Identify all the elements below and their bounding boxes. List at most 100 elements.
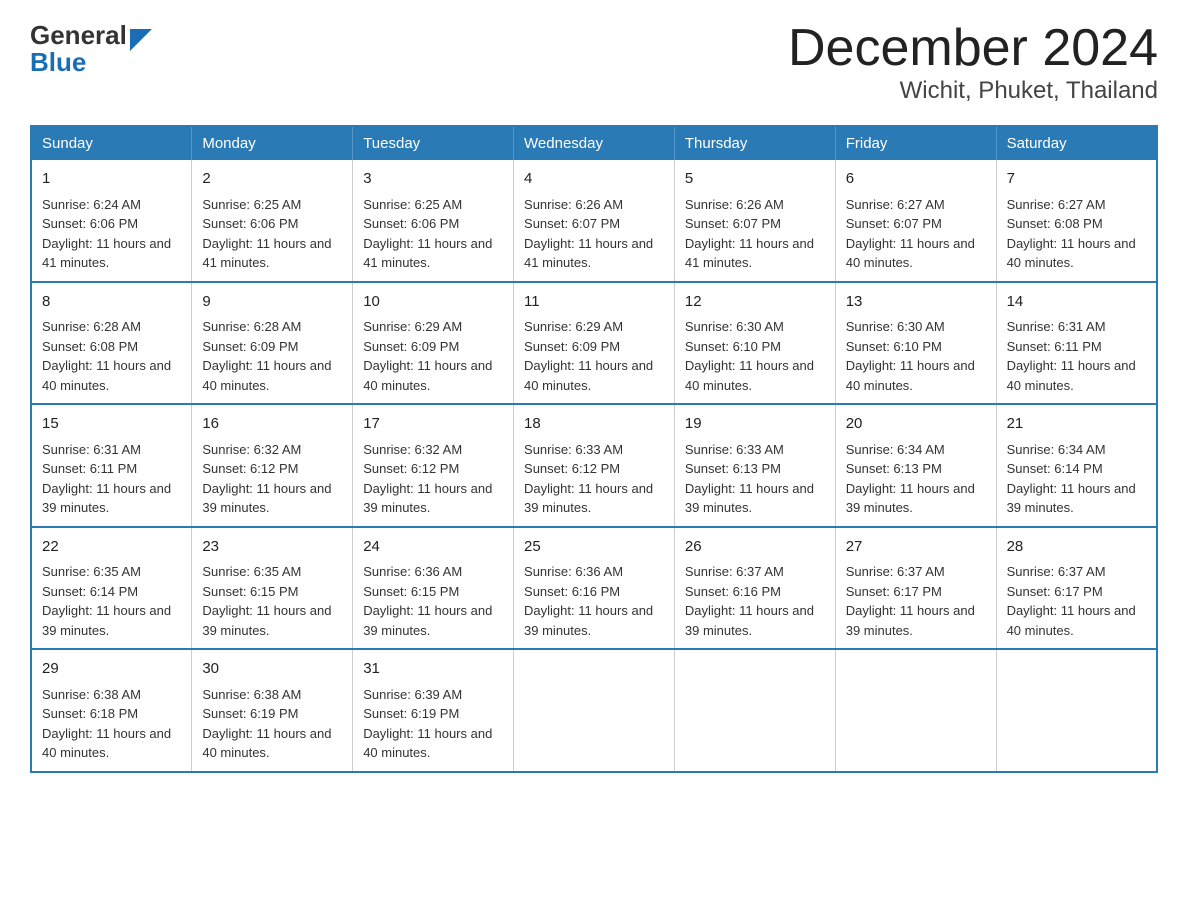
day-info: Sunrise: 6:28 AMSunset: 6:09 PMDaylight:… bbox=[202, 319, 331, 393]
day-number: 6 bbox=[846, 168, 986, 191]
day-info: Sunrise: 6:32 AMSunset: 6:12 PMDaylight:… bbox=[363, 442, 492, 516]
calendar-cell: 17 Sunrise: 6:32 AMSunset: 6:12 PMDayligh… bbox=[353, 404, 514, 527]
calendar-cell bbox=[996, 649, 1157, 772]
day-info: Sunrise: 6:30 AMSunset: 6:10 PMDaylight:… bbox=[846, 319, 975, 393]
day-info: Sunrise: 6:26 AMSunset: 6:07 PMDaylight:… bbox=[685, 197, 814, 271]
day-number: 12 bbox=[685, 291, 825, 314]
month-title: December 2024 bbox=[788, 20, 1158, 77]
day-info: Sunrise: 6:27 AMSunset: 6:08 PMDaylight:… bbox=[1007, 197, 1136, 271]
day-number: 23 bbox=[202, 536, 342, 559]
calendar-week-row: 29 Sunrise: 6:38 AMSunset: 6:18 PMDayligh… bbox=[31, 649, 1157, 772]
day-number: 31 bbox=[363, 658, 503, 681]
weekday-header-row: SundayMondayTuesdayWednesdayThursdayFrid… bbox=[31, 126, 1157, 160]
calendar-cell: 7 Sunrise: 6:27 AMSunset: 6:08 PMDaylight… bbox=[996, 160, 1157, 282]
day-info: Sunrise: 6:34 AMSunset: 6:13 PMDaylight:… bbox=[846, 442, 975, 516]
day-number: 22 bbox=[42, 536, 181, 559]
day-info: Sunrise: 6:34 AMSunset: 6:14 PMDaylight:… bbox=[1007, 442, 1136, 516]
day-number: 19 bbox=[685, 413, 825, 436]
day-info: Sunrise: 6:35 AMSunset: 6:14 PMDaylight:… bbox=[42, 564, 171, 638]
day-number: 14 bbox=[1007, 291, 1146, 314]
day-info: Sunrise: 6:31 AMSunset: 6:11 PMDaylight:… bbox=[1007, 319, 1136, 393]
calendar-cell bbox=[514, 649, 675, 772]
calendar-cell: 25Sunrise: 6:36 AMSunset: 6:16 PMDayligh… bbox=[514, 527, 675, 650]
calendar-cell bbox=[674, 649, 835, 772]
weekday-header-thursday: Thursday bbox=[674, 126, 835, 160]
calendar-cell: 9 Sunrise: 6:28 AMSunset: 6:09 PMDaylight… bbox=[192, 282, 353, 405]
day-number: 4 bbox=[524, 168, 664, 191]
calendar-cell: 24 Sunrise: 6:36 AMSunset: 6:15 PMDayligh… bbox=[353, 527, 514, 650]
day-number: 8 bbox=[42, 291, 181, 314]
calendar-cell: 4 Sunrise: 6:26 AMSunset: 6:07 PMDaylight… bbox=[514, 160, 675, 282]
day-number: 2 bbox=[202, 168, 342, 191]
calendar-cell: 11 Sunrise: 6:29 AMSunset: 6:09 PMDayligh… bbox=[514, 282, 675, 405]
calendar-table: SundayMondayTuesdayWednesdayThursdayFrid… bbox=[30, 125, 1158, 773]
page-header: General Blue December 2024 Wichit, Phuke… bbox=[30, 20, 1158, 105]
day-number: 30 bbox=[202, 658, 342, 681]
calendar-week-row: 1Sunrise: 6:24 AMSunset: 6:06 PMDaylight… bbox=[31, 160, 1157, 282]
day-info: Sunrise: 6:36 AMSunset: 6:16 PMDaylight:… bbox=[524, 564, 653, 638]
weekday-header-wednesday: Wednesday bbox=[514, 126, 675, 160]
day-info: Sunrise: 6:27 AMSunset: 6:07 PMDaylight:… bbox=[846, 197, 975, 271]
day-number: 15 bbox=[42, 413, 181, 436]
day-number: 26 bbox=[685, 536, 825, 559]
day-number: 7 bbox=[1007, 168, 1146, 191]
day-number: 28 bbox=[1007, 536, 1146, 559]
day-info: Sunrise: 6:28 AMSunset: 6:08 PMDaylight:… bbox=[42, 319, 171, 393]
calendar-cell: 18 Sunrise: 6:33 AMSunset: 6:12 PMDayligh… bbox=[514, 404, 675, 527]
calendar-cell: 19 Sunrise: 6:33 AMSunset: 6:13 PMDayligh… bbox=[674, 404, 835, 527]
day-info: Sunrise: 6:38 AMSunset: 6:18 PMDaylight:… bbox=[42, 687, 171, 761]
calendar-cell: 26 Sunrise: 6:37 AMSunset: 6:16 PMDayligh… bbox=[674, 527, 835, 650]
day-number: 11 bbox=[524, 291, 664, 314]
weekday-header-monday: Monday bbox=[192, 126, 353, 160]
day-info: Sunrise: 6:33 AMSunset: 6:13 PMDaylight:… bbox=[685, 442, 814, 516]
weekday-header-friday: Friday bbox=[835, 126, 996, 160]
day-number: 17 bbox=[363, 413, 503, 436]
calendar-cell: 23Sunrise: 6:35 AMSunset: 6:15 PMDayligh… bbox=[192, 527, 353, 650]
day-number: 29 bbox=[42, 658, 181, 681]
calendar-cell: 22 Sunrise: 6:35 AMSunset: 6:14 PMDayligh… bbox=[31, 527, 192, 650]
day-number: 18 bbox=[524, 413, 664, 436]
day-info: Sunrise: 6:33 AMSunset: 6:12 PMDaylight:… bbox=[524, 442, 653, 516]
day-info: Sunrise: 6:31 AMSunset: 6:11 PMDaylight:… bbox=[42, 442, 171, 516]
calendar-cell: 5 Sunrise: 6:26 AMSunset: 6:07 PMDaylight… bbox=[674, 160, 835, 282]
day-info: Sunrise: 6:37 AMSunset: 6:16 PMDaylight:… bbox=[685, 564, 814, 638]
day-info: Sunrise: 6:25 AMSunset: 6:06 PMDaylight:… bbox=[202, 197, 331, 271]
day-number: 24 bbox=[363, 536, 503, 559]
day-number: 10 bbox=[363, 291, 503, 314]
logo: General Blue bbox=[30, 20, 152, 78]
calendar-cell: 27Sunrise: 6:37 AMSunset: 6:17 PMDayligh… bbox=[835, 527, 996, 650]
location-title: Wichit, Phuket, Thailand bbox=[788, 77, 1158, 105]
calendar-cell bbox=[835, 649, 996, 772]
calendar-cell: 2 Sunrise: 6:25 AMSunset: 6:06 PMDaylight… bbox=[192, 160, 353, 282]
day-number: 9 bbox=[202, 291, 342, 314]
logo-blue-text: Blue bbox=[30, 47, 152, 78]
day-number: 3 bbox=[363, 168, 503, 191]
calendar-cell: 13 Sunrise: 6:30 AMSunset: 6:10 PMDayligh… bbox=[835, 282, 996, 405]
calendar-cell: 16Sunrise: 6:32 AMSunset: 6:12 PMDayligh… bbox=[192, 404, 353, 527]
day-number: 13 bbox=[846, 291, 986, 314]
day-info: Sunrise: 6:29 AMSunset: 6:09 PMDaylight:… bbox=[363, 319, 492, 393]
day-info: Sunrise: 6:37 AMSunset: 6:17 PMDaylight:… bbox=[1007, 564, 1136, 638]
day-number: 16 bbox=[202, 413, 342, 436]
calendar-cell: 6 Sunrise: 6:27 AMSunset: 6:07 PMDaylight… bbox=[835, 160, 996, 282]
calendar-cell: 14 Sunrise: 6:31 AMSunset: 6:11 PMDayligh… bbox=[996, 282, 1157, 405]
day-number: 21 bbox=[1007, 413, 1146, 436]
weekday-header-tuesday: Tuesday bbox=[353, 126, 514, 160]
calendar-week-row: 8 Sunrise: 6:28 AMSunset: 6:08 PMDaylight… bbox=[31, 282, 1157, 405]
calendar-week-row: 15 Sunrise: 6:31 AMSunset: 6:11 PMDayligh… bbox=[31, 404, 1157, 527]
day-info: Sunrise: 6:36 AMSunset: 6:15 PMDaylight:… bbox=[363, 564, 492, 638]
calendar-cell: 29 Sunrise: 6:38 AMSunset: 6:18 PMDayligh… bbox=[31, 649, 192, 772]
day-number: 27 bbox=[846, 536, 986, 559]
weekday-header-sunday: Sunday bbox=[31, 126, 192, 160]
calendar-cell: 31 Sunrise: 6:39 AMSunset: 6:19 PMDayligh… bbox=[353, 649, 514, 772]
day-number: 5 bbox=[685, 168, 825, 191]
day-info: Sunrise: 6:39 AMSunset: 6:19 PMDaylight:… bbox=[363, 687, 492, 761]
calendar-cell: 28 Sunrise: 6:37 AMSunset: 6:17 PMDayligh… bbox=[996, 527, 1157, 650]
title-block: December 2024 Wichit, Phuket, Thailand bbox=[788, 20, 1158, 105]
day-info: Sunrise: 6:30 AMSunset: 6:10 PMDaylight:… bbox=[685, 319, 814, 393]
day-info: Sunrise: 6:29 AMSunset: 6:09 PMDaylight:… bbox=[524, 319, 653, 393]
day-info: Sunrise: 6:26 AMSunset: 6:07 PMDaylight:… bbox=[524, 197, 653, 271]
calendar-cell: 10 Sunrise: 6:29 AMSunset: 6:09 PMDayligh… bbox=[353, 282, 514, 405]
calendar-cell: 30Sunrise: 6:38 AMSunset: 6:19 PMDayligh… bbox=[192, 649, 353, 772]
day-info: Sunrise: 6:25 AMSunset: 6:06 PMDaylight:… bbox=[363, 197, 492, 271]
